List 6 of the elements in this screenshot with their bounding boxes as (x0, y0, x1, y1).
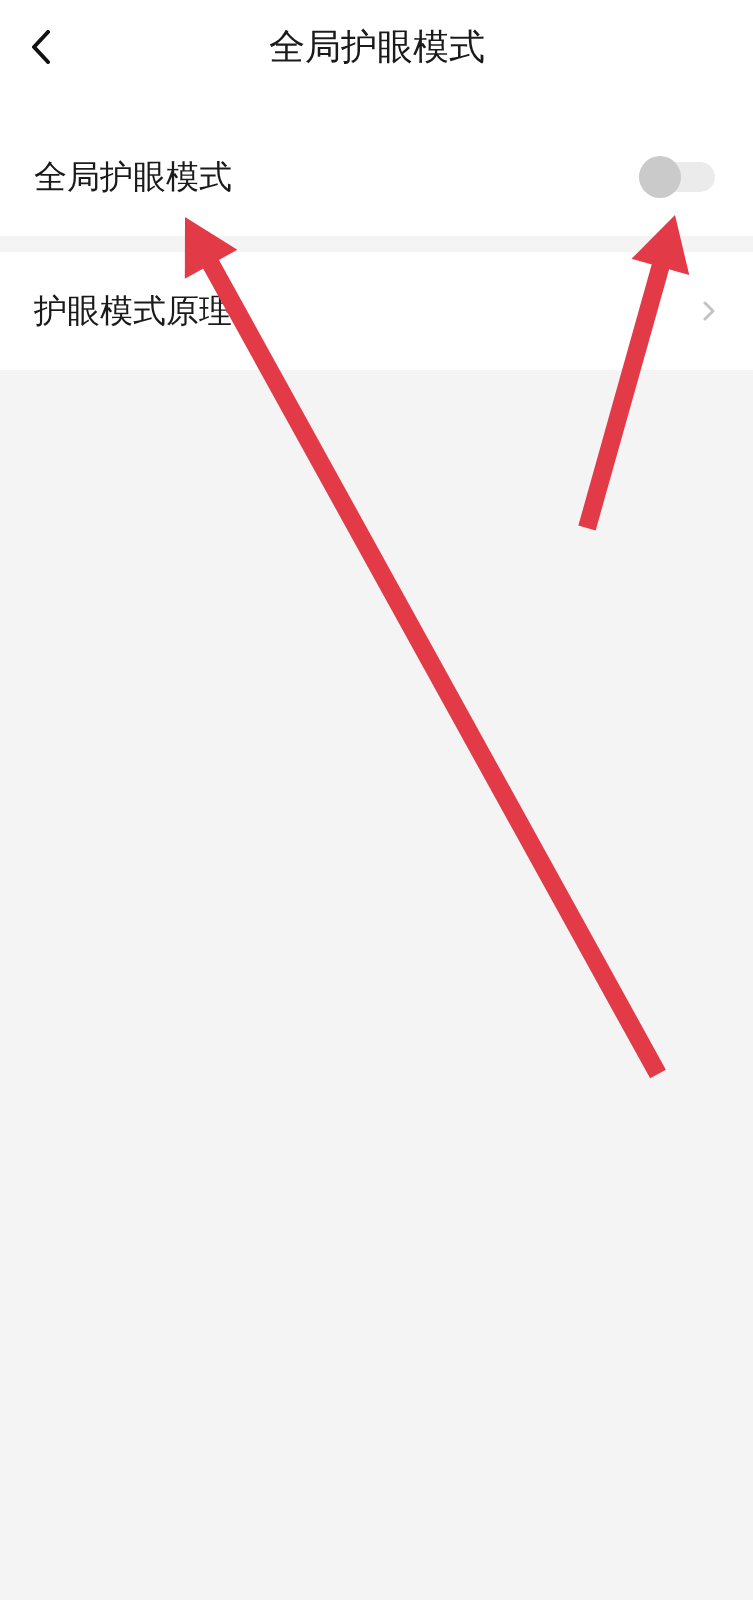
toggle-switch[interactable] (639, 156, 715, 198)
setting-label: 全局护眼模式 (34, 155, 232, 198)
chevron-right-icon (703, 301, 715, 321)
page-title: 全局护眼模式 (268, 25, 485, 69)
settings-row[interactable]: 全局护眼模式 (0, 94, 753, 236)
back-icon[interactable] (31, 30, 51, 64)
